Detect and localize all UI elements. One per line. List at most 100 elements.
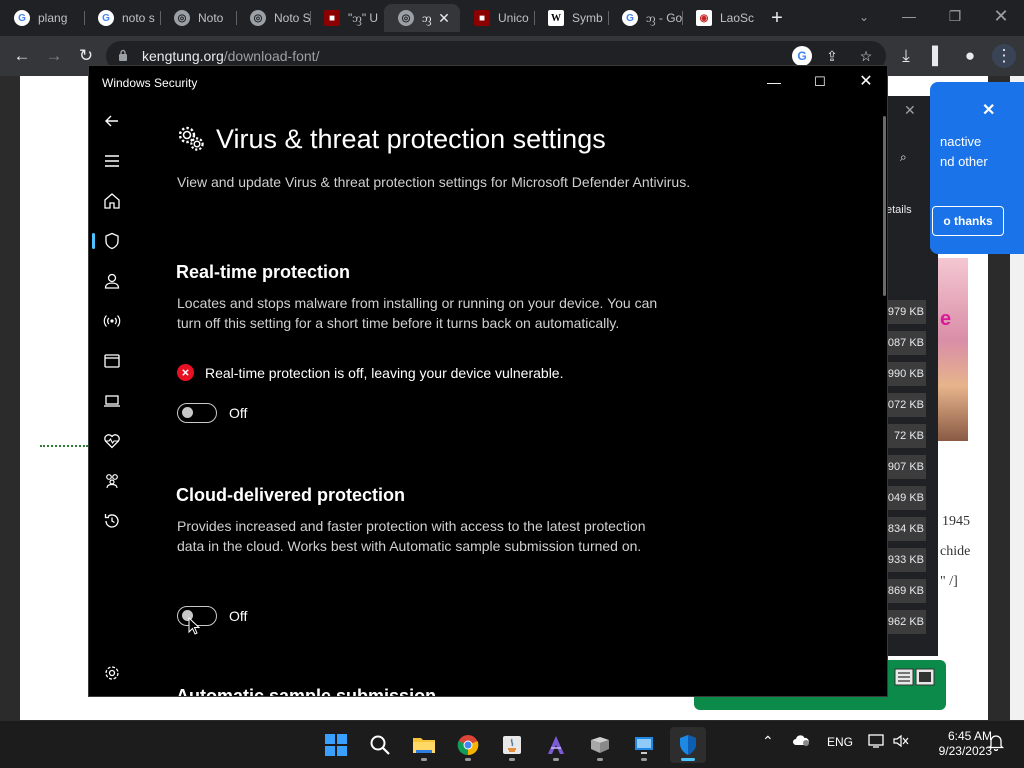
close-tab-icon[interactable]: ✕ [436,10,452,26]
file-size: 979 KB [886,300,926,324]
restore-icon[interactable]: ❐ [932,4,978,28]
close-icon[interactable]: ✕ [978,4,1024,28]
account-person-icon[interactable] [99,268,125,294]
tab-active[interactable]: ◎ ᦀ ✕ [384,4,460,32]
globe-icon: ◎ [174,10,190,26]
google-icon: G [98,10,114,26]
minimize-icon[interactable]: — [751,70,797,94]
close-icon[interactable]: ✕ [843,70,887,94]
toggle-knob [182,407,193,418]
nav-selected-indicator [92,233,95,249]
tab-label: ᦀ - Go [646,10,682,25]
view-toggle-icons[interactable] [894,668,936,686]
section-title-cloud: Cloud-delivered protection [176,485,406,505]
device-security-laptop-icon[interactable] [99,388,125,414]
back-arrow-icon[interactable]: ← [10,44,34,68]
no-thanks-button[interactable]: o thanks [932,206,1004,236]
forward-arrow-icon[interactable]: → [42,44,66,68]
notification-bell-icon[interactable] [987,733,1005,754]
chevron-up-icon[interactable]: ⌃ [762,733,774,750]
protection-history-icon[interactable] [99,508,125,534]
clock-date: 9/23/2023 [938,744,992,758]
browser-tab-strip: G plang G noto s ◎ Noto ◎ Noto S ■ "ᦀ" U… [0,0,1024,36]
lock-icon [119,49,127,61]
close-icon[interactable]: ✕ [904,102,916,119]
tab-label: Symb [572,11,603,25]
page-text: 1945 [942,514,970,529]
tab-label: ᦀ [422,10,432,25]
chrome-popup: ✕ nactive nd other o thanks [930,82,1024,254]
tab-plang[interactable]: G plang [0,4,84,32]
tab-symbols[interactable]: W Symb [534,4,608,32]
file-explorer-icon[interactable] [406,727,442,763]
bookmark-star-icon[interactable]: ☆ [856,46,876,66]
side-panel-icon[interactable]: ▌ [926,44,950,68]
windows-security-shield-icon[interactable] [670,727,706,763]
chrome-icon[interactable] [450,727,486,763]
search-icon[interactable] [362,727,398,763]
new-tab-button[interactable]: + [766,7,788,29]
window-scrollbar[interactable] [883,116,886,296]
family-options-icon[interactable] [99,468,125,494]
home-icon[interactable] [99,188,125,214]
page-text: " /] [940,574,958,589]
file-size: 834 KB [886,517,926,541]
onedrive-cloud-icon[interactable] [792,733,810,750]
download-icon[interactable]: ⤓ [894,44,918,68]
mouse-pointer-icon [188,617,200,635]
java-app-icon[interactable] [494,727,530,763]
firewall-network-icon[interactable] [99,308,125,334]
tab-noto-sans[interactable]: ◎ Noto S [236,4,310,32]
display-icon[interactable] [868,733,886,752]
tab-noto[interactable]: ◎ Noto [160,4,236,32]
shield-icon[interactable] [99,228,125,254]
page-text: chide [940,544,971,559]
remote-desktop-icon[interactable] [626,727,662,763]
character-map-icon[interactable] [582,727,618,763]
tab-label: noto s [122,11,155,25]
close-icon[interactable]: ✕ [982,100,995,120]
share-icon[interactable]: ⇪ [822,46,842,66]
realtime-protection-toggle[interactable] [177,403,217,423]
red-icon: ■ [324,10,340,26]
search-icon[interactable]: ⌕ [900,150,907,165]
section-title-sample-submission: Automatic sample submission [176,686,437,697]
hamburger-menu-icon[interactable] [99,148,125,174]
virus-settings-gears-icon [178,126,204,151]
device-health-heart-icon[interactable] [99,428,125,454]
tab-label: "ᦀ" U [348,10,379,25]
profile-icon[interactable]: ● [958,44,982,68]
tab-unicode[interactable]: ■ Unico [460,4,534,32]
details-link[interactable]: etails [886,204,912,216]
back-arrow-icon[interactable] [99,108,125,134]
dotted-line [40,445,88,447]
minimize-icon[interactable]: — [886,4,932,28]
advertisement-image[interactable] [938,258,968,441]
maximize-icon[interactable]: ☐ [797,70,843,94]
settings-gear-icon[interactable] [99,660,125,686]
menu-kebab-icon[interactable]: ⋮ [992,44,1016,68]
system-clock[interactable]: 6:45 AM 9/23/2023 [922,729,992,759]
tab-laoscript[interactable]: ◉ LaoSc [682,4,756,32]
popup-text-line: nd other [940,154,988,169]
tab-noto-s[interactable]: G noto s [84,4,160,32]
tab-google-search[interactable]: G ᦀ - Go [608,4,682,32]
google-lens-icon[interactable]: G [792,46,812,66]
start-windows-icon[interactable] [318,727,354,763]
tab-unicode-char[interactable]: ■ "ᦀ" U [310,4,384,32]
laoscript-icon: ◉ [696,10,712,26]
advertisement-text: e [940,308,952,330]
app-browser-control-icon[interactable] [99,348,125,374]
language-indicator[interactable]: ENG [827,735,853,749]
running-indicator [553,758,559,761]
tab-search-icon[interactable]: ⌄ [854,7,874,27]
window-title: Windows Security [102,76,198,90]
volume-muted-icon[interactable] [892,733,910,752]
google-icon: G [622,10,638,26]
section-description-realtime: Locates and stops malware from installin… [177,295,658,331]
file-size: 933 KB [886,548,926,572]
running-indicator [509,758,515,761]
globe-icon: ◎ [250,10,266,26]
tab-label: Noto [198,11,224,25]
font-app-icon[interactable] [538,727,574,763]
